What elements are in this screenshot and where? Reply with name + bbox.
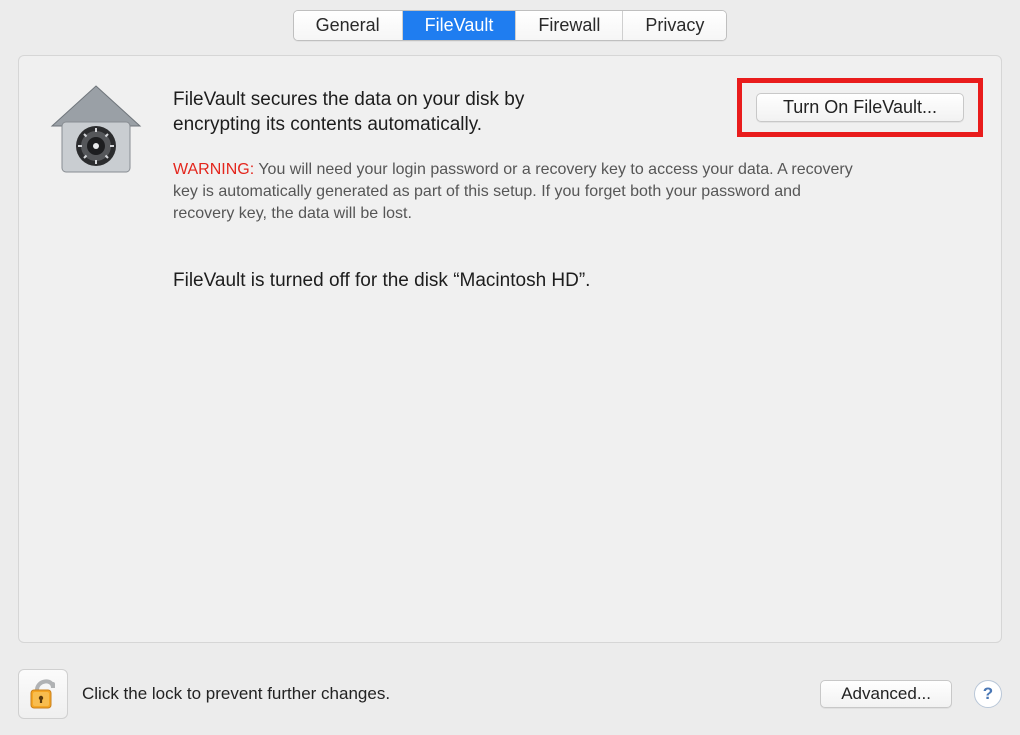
tab-firewall[interactable]: Firewall [516,11,623,40]
highlight-box: Turn On FileVault... [737,78,983,137]
turn-on-filevault-button[interactable]: Turn On FileVault... [756,93,964,122]
filevault-description: FileVault secures the data on your disk … [173,88,603,137]
lock-hint-text: Click the lock to prevent further change… [82,684,390,704]
warning-text: You will need your login password or a r… [173,161,853,221]
tab-bar-container: General FileVault Firewall Privacy [0,0,1020,41]
footer: Click the lock to prevent further change… [18,669,1002,719]
lock-button[interactable] [18,669,68,719]
advanced-button[interactable]: Advanced... [820,680,952,708]
tab-privacy[interactable]: Privacy [623,11,726,40]
filevault-panel: FileVault secures the data on your disk … [18,55,1002,643]
tab-filevault[interactable]: FileVault [403,11,517,40]
warning-block: WARNING: You will need your login passwo… [173,159,863,224]
filevault-house-icon [41,82,151,182]
help-button[interactable]: ? [974,680,1002,708]
lock-open-icon [26,672,60,717]
tab-bar: General FileVault Firewall Privacy [293,10,728,41]
tab-general[interactable]: General [294,11,403,40]
warning-label: WARNING: [173,161,254,178]
status-line: FileVault is turned off for the disk “Ma… [173,270,979,292]
